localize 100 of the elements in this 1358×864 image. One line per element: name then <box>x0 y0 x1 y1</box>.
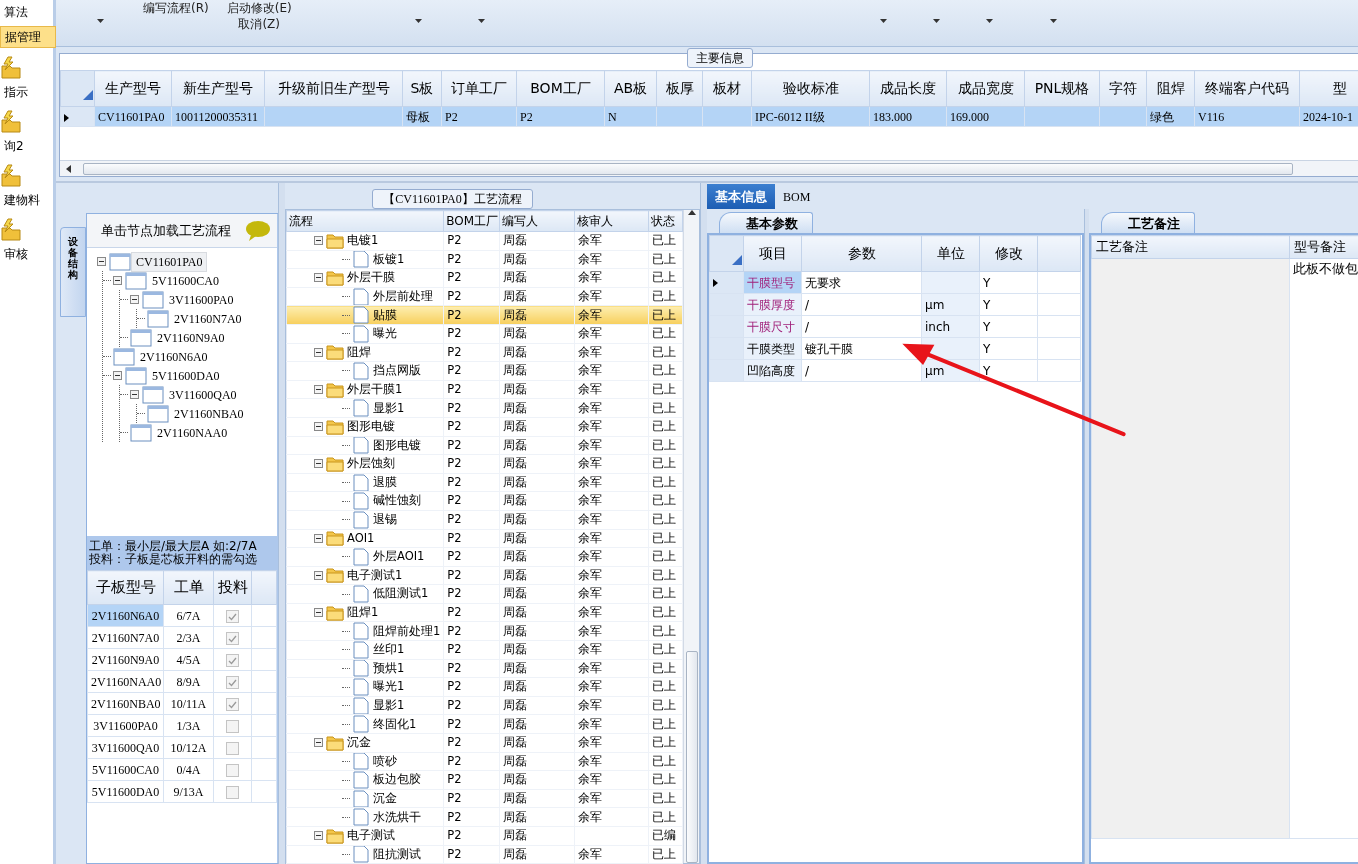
column-header[interactable]: 终端客户代码 <box>1194 70 1300 107</box>
row-header[interactable] <box>60 106 95 127</box>
collapse-toggle[interactable] <box>314 738 323 748</box>
collapse-toggle[interactable] <box>314 831 323 841</box>
column-header[interactable]: 成品长度 <box>869 70 947 107</box>
column-header[interactable]: AB板 <box>604 70 657 107</box>
nav-item[interactable]: 询2 <box>0 136 28 156</box>
tree-node[interactable]: 3V11600PA0 <box>164 289 239 310</box>
cell-value[interactable]: / <box>805 363 810 378</box>
collapse-toggle[interactable] <box>130 390 139 399</box>
collapse-toggle[interactable] <box>314 608 323 618</box>
step-name[interactable]: 退膜 <box>370 474 397 491</box>
column-header[interactable]: 板材 <box>702 70 752 107</box>
tab[interactable]: 基本参数 <box>719 211 813 233</box>
dropdown-caret-icon[interactable] <box>986 19 993 23</box>
dropdown-caret-icon[interactable] <box>478 19 485 23</box>
toolbar-button[interactable]: 启动修改(E) <box>224 0 294 16</box>
column-header[interactable]: 核审人 <box>574 210 649 232</box>
cell-value[interactable]: / <box>805 297 810 312</box>
column-header[interactable]: 成品宽度 <box>946 70 1025 107</box>
scrollbar-thumb[interactable] <box>83 162 1293 175</box>
step-name[interactable]: 阻焊 <box>344 344 371 361</box>
checkbox[interactable] <box>226 654 239 668</box>
checkbox[interactable] <box>226 720 239 734</box>
table-cell[interactable]: 2V1160NBA0 <box>87 692 164 715</box>
collapse-toggle[interactable] <box>130 295 139 304</box>
column-header[interactable]: 参数 <box>801 235 922 272</box>
column-header[interactable]: 工单 <box>163 570 214 605</box>
horizontal-scrollbar[interactable] <box>60 160 1358 176</box>
column-header[interactable]: 修改 <box>979 235 1038 272</box>
step-name[interactable]: AOI1 <box>344 530 375 547</box>
column-header[interactable]: 型号备注 <box>1289 235 1358 258</box>
nav-item[interactable]: 指示 <box>0 82 32 102</box>
step-name[interactable]: 丝印1 <box>370 641 405 659</box>
column-header[interactable]: 项目 <box>743 235 802 272</box>
column-header[interactable]: 状态 <box>648 210 683 232</box>
vertical-scrollbar[interactable] <box>683 210 699 863</box>
column-header[interactable]: 板厚 <box>656 70 703 107</box>
table-cell[interactable]: 2V1160N9A0 <box>87 648 164 671</box>
collapse-toggle[interactable] <box>314 347 323 357</box>
column-header[interactable]: 型 <box>1299 70 1358 107</box>
collapse-toggle[interactable] <box>97 257 106 266</box>
checkbox[interactable] <box>226 610 239 624</box>
step-name[interactable]: 退锡 <box>370 511 397 528</box>
step-name[interactable]: 显影1 <box>370 697 405 714</box>
column-header[interactable]: S板 <box>402 70 442 107</box>
checkbox[interactable] <box>226 676 239 690</box>
tree-node[interactable]: 2V1160N9A0 <box>152 327 230 348</box>
collapse-toggle[interactable] <box>314 533 323 543</box>
column-header[interactable]: 新生产型号 <box>171 70 265 107</box>
tab[interactable]: 工艺备注 <box>1101 211 1195 233</box>
dropdown-caret-icon[interactable] <box>933 19 940 23</box>
column-header[interactable]: BOM工厂 <box>516 70 605 107</box>
tree-node[interactable]: 2V1160NBA0 <box>169 403 249 424</box>
column-header[interactable]: 投料 <box>213 570 252 605</box>
checkbox[interactable] <box>226 698 239 712</box>
side-tab[interactable]: 设备结构 <box>60 227 86 317</box>
dropdown-caret-icon[interactable] <box>97 19 104 23</box>
collapse-toggle[interactable] <box>113 276 122 285</box>
dropdown-caret-icon[interactable] <box>415 19 422 23</box>
table-cell[interactable]: 3V11600QA0 <box>87 736 164 759</box>
step-name[interactable]: 电镀1 <box>344 232 379 250</box>
column-header[interactable]: 订单工厂 <box>441 70 517 107</box>
collapse-toggle[interactable] <box>314 385 323 395</box>
tree-node[interactable]: 2V1160NAA0 <box>152 422 233 443</box>
column-header[interactable]: 升级前旧生产型号 <box>264 70 403 107</box>
tree-node[interactable]: CV11601PA0 <box>131 251 208 272</box>
tab[interactable]: 基本信息 <box>707 183 775 209</box>
table-cell[interactable]: 此板不做包 <box>1289 258 1358 838</box>
step-name[interactable]: 显影1 <box>370 399 405 417</box>
table-cell[interactable]: 2V1160N6A0 <box>87 604 164 627</box>
tree-node[interactable]: 2V1160N6A0 <box>135 346 213 367</box>
column-header[interactable]: 工艺备注 <box>1091 235 1290 258</box>
table-cell[interactable]: 2V1160N7A0 <box>87 626 164 649</box>
step-name[interactable]: 阻焊1 <box>344 604 379 621</box>
collapse-toggle[interactable] <box>113 371 122 380</box>
column-header[interactable]: BOM工厂 <box>443 210 500 232</box>
column-header[interactable]: 生产型号 <box>94 70 172 107</box>
checkbox[interactable] <box>226 742 239 756</box>
collapse-toggle[interactable] <box>314 236 323 246</box>
column-header[interactable]: 字符 <box>1099 70 1147 107</box>
tree-node[interactable]: 3V11600QA0 <box>164 384 242 405</box>
cell-value[interactable]: 无要求 <box>805 275 841 290</box>
step-name[interactable]: 曝光1 <box>370 678 405 696</box>
scrollbar-thumb[interactable] <box>685 651 698 863</box>
step-name[interactable]: 喷砂 <box>370 753 397 770</box>
column-header[interactable]: 子板型号 <box>87 570 164 605</box>
tab[interactable]: BOM <box>775 185 819 209</box>
step-name[interactable]: 沉金 <box>344 734 371 752</box>
nav-item[interactable]: 算法 <box>0 2 32 22</box>
nav-item[interactable]: 审核 <box>0 244 32 264</box>
step-name[interactable]: 沉金 <box>370 790 397 807</box>
cell-value[interactable]: / <box>805 319 810 334</box>
table-cell[interactable]: 2V1160NAA0 <box>87 670 164 693</box>
column-header[interactable]: PNL规格 <box>1024 70 1100 107</box>
collapse-toggle[interactable] <box>314 273 323 283</box>
checkbox[interactable] <box>226 764 239 778</box>
step-name[interactable]: 贴膜 <box>370 306 397 324</box>
checkbox[interactable] <box>226 786 239 800</box>
collapse-toggle[interactable] <box>314 459 323 469</box>
